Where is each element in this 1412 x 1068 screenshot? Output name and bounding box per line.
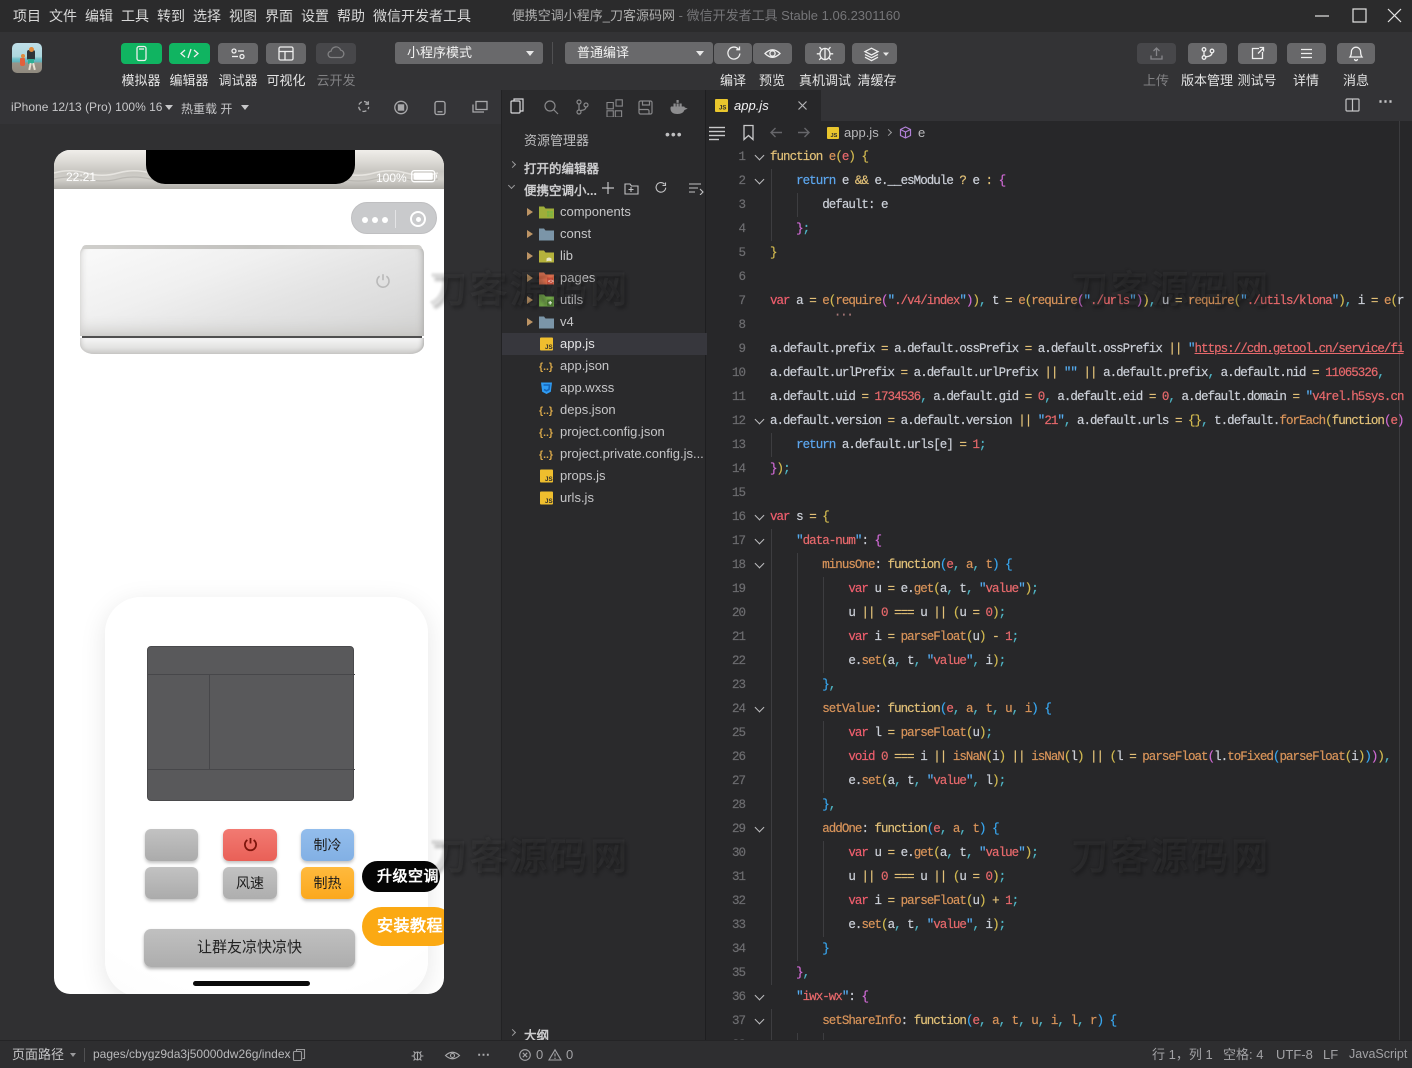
svg-text:JS: JS xyxy=(719,106,726,112)
svg-text:{..}: {..} xyxy=(539,449,553,461)
svg-text:JS: JS xyxy=(545,344,553,351)
svg-text:{..}: {..} xyxy=(539,405,553,417)
svg-text:{..}: {..} xyxy=(539,427,553,439)
svg-text:{..}: {..} xyxy=(539,361,553,373)
svg-text:JS: JS xyxy=(831,133,838,139)
svg-text:JS: JS xyxy=(545,476,553,483)
svg-text:JS: JS xyxy=(545,498,553,505)
